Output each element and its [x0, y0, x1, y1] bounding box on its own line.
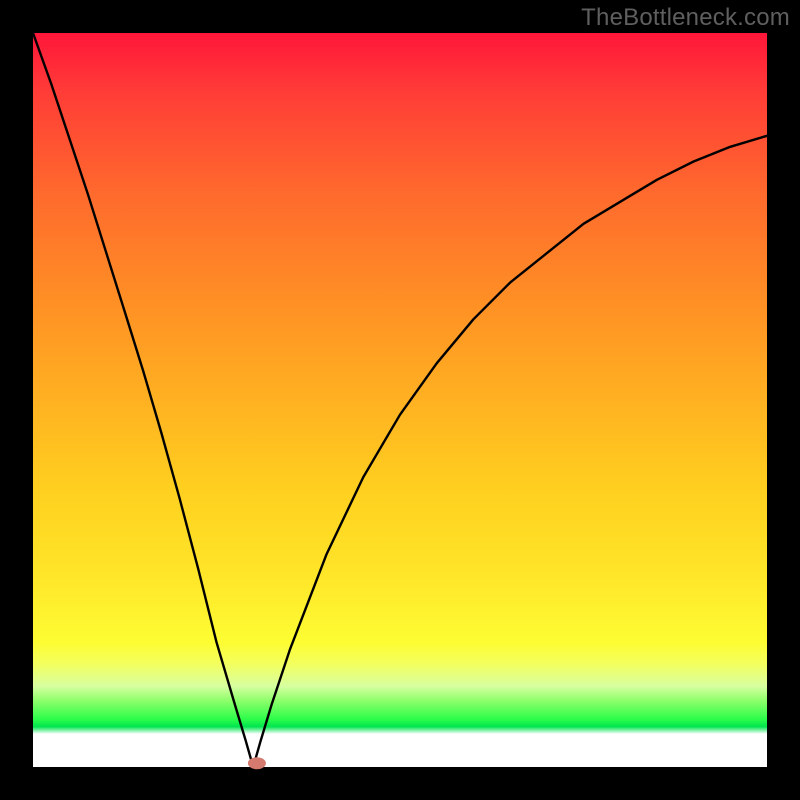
plot-area [33, 33, 767, 767]
watermark-text: TheBottleneck.com [581, 4, 790, 32]
curve-group [33, 33, 767, 767]
bottleneck-curve-svg [33, 33, 767, 767]
min-marker [248, 757, 266, 769]
bottleneck-curve-path [33, 33, 767, 767]
min-marker-ellipse [248, 757, 266, 769]
chart-frame: TheBottleneck.com [0, 0, 800, 800]
